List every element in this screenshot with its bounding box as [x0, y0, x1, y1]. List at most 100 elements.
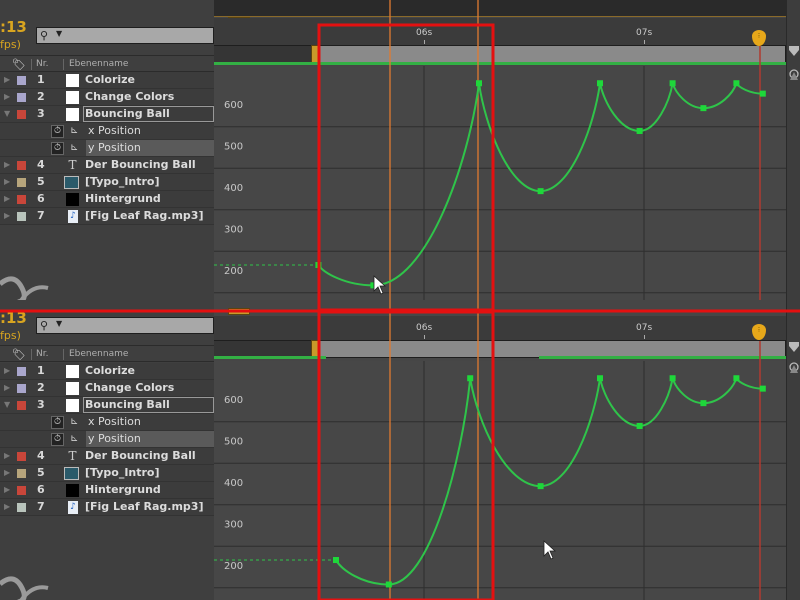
twirl-right-icon[interactable]: ▶: [4, 502, 10, 511]
stopwatch-icon[interactable]: ⏱: [51, 142, 64, 155]
layer-row[interactable]: ▶ 6 Hintergrund: [0, 191, 214, 208]
keyframe[interactable]: [733, 80, 740, 87]
column-layer-name[interactable]: Ebenenname: [69, 349, 128, 359]
layer-name[interactable]: [Fig Leaf Rag.mp3]: [85, 209, 204, 222]
layer-duration-bar[interactable]: [214, 62, 786, 65]
label-color-swatch[interactable]: [17, 161, 26, 170]
timeline-area[interactable]: 06s 07s 600 500 400 300 200 ⁝: [214, 0, 786, 300]
layer-name[interactable]: Hintergrund: [85, 483, 161, 496]
twirl-right-icon[interactable]: ▶: [4, 211, 10, 220]
work-area-bar[interactable]: [318, 45, 786, 63]
tag-icon[interactable]: 🏷: [12, 348, 26, 361]
layer-name[interactable]: Bouncing Ball: [83, 397, 214, 413]
layer-row[interactable]: ▶ 1 Colorize: [0, 363, 214, 380]
layer-name[interactable]: Change Colors: [85, 381, 174, 394]
layer-row[interactable]: ▶ 4 T Der Bouncing Ball: [0, 157, 214, 174]
keyframe[interactable]: [700, 400, 707, 407]
twirl-right-icon[interactable]: ▶: [4, 177, 10, 186]
keyframe[interactable]: [597, 375, 603, 382]
layer-duration-bar[interactable]: [539, 356, 786, 359]
chevron-down-icon[interactable]: ▼: [56, 29, 62, 38]
property-name[interactable]: x Position: [88, 124, 141, 137]
graph-editor-set-icon[interactable]: ⊾: [70, 433, 78, 444]
label-color-swatch[interactable]: [17, 178, 26, 187]
time-ruler[interactable]: 06s 07s: [214, 316, 786, 343]
property-name[interactable]: x Position: [88, 415, 141, 428]
keyframe[interactable]: [733, 375, 740, 382]
keyframe[interactable]: [636, 127, 643, 134]
layer-name[interactable]: [Typo_Intro]: [85, 466, 160, 479]
keyframe[interactable]: [669, 80, 676, 87]
twirl-right-icon[interactable]: ▶: [4, 194, 10, 203]
layer-name[interactable]: Change Colors: [85, 90, 174, 103]
graph-editor-set-icon[interactable]: ⊾: [70, 142, 78, 153]
twirl-right-icon[interactable]: ▶: [4, 366, 10, 375]
keyframe[interactable]: [759, 90, 766, 97]
work-area-marker[interactable]: [228, 308, 250, 315]
property-row[interactable]: ⏱ ⊾ x Position: [0, 414, 214, 431]
layer-row[interactable]: ▶ 2 Change Colors: [0, 380, 214, 397]
layer-name[interactable]: [Typo_Intro]: [85, 175, 160, 188]
column-nr[interactable]: Nr.: [36, 349, 48, 359]
keyframe[interactable]: [700, 105, 707, 112]
layer-row[interactable]: ▶ 1 Colorize: [0, 72, 214, 89]
label-color-swatch[interactable]: [17, 486, 26, 495]
tag-icon[interactable]: 🏷: [12, 58, 26, 71]
layer-name[interactable]: Der Bouncing Ball: [85, 449, 196, 462]
twirl-right-icon[interactable]: ▶: [4, 92, 10, 101]
dropdown-icon[interactable]: [789, 342, 799, 352]
graph-svg[interactable]: 600 500 400 300 200: [214, 300, 786, 600]
current-timecode[interactable]: :13: [0, 18, 27, 36]
label-color-swatch[interactable]: [17, 93, 26, 102]
twirl-right-icon[interactable]: ▶: [4, 160, 10, 169]
keyframe[interactable]: [669, 375, 676, 382]
keyframe[interactable]: [476, 80, 482, 87]
keyframe[interactable]: [315, 262, 322, 269]
label-color-swatch[interactable]: [17, 76, 26, 85]
property-name[interactable]: y Position: [86, 140, 214, 156]
keyframe[interactable]: [333, 557, 339, 564]
graph-svg[interactable]: 600 500 400 300 200: [214, 0, 786, 300]
layer-row[interactable]: ▶ 5 [Typo_Intro]: [0, 174, 214, 191]
layer-name[interactable]: Der Bouncing Ball: [85, 158, 196, 171]
twirl-right-icon[interactable]: ▶: [4, 485, 10, 494]
label-color-swatch[interactable]: [17, 384, 26, 393]
property-row[interactable]: ⏱ ⊾ y Position: [0, 140, 214, 157]
property-row[interactable]: ⏱ ⊾ x Position: [0, 123, 214, 140]
layer-row[interactable]: ▶ 7 ♪ [Fig Leaf Rag.mp3]: [0, 499, 214, 516]
property-name[interactable]: y Position: [86, 431, 214, 447]
layer-row[interactable]: ▶ 4 T Der Bouncing Ball: [0, 448, 214, 465]
search-input[interactable]: ⚲ ▼: [36, 317, 214, 334]
time-ruler[interactable]: 06s 07s: [214, 18, 786, 45]
layer-row[interactable]: ▶ 5 [Typo_Intro]: [0, 465, 214, 482]
keyframe[interactable]: [759, 385, 766, 392]
current-timecode[interactable]: :13: [0, 309, 27, 327]
layer-row[interactable]: ▼ 3 Bouncing Ball: [0, 106, 214, 123]
label-color-swatch[interactable]: [17, 367, 26, 376]
layer-name[interactable]: Colorize: [85, 73, 135, 86]
work-area-start-handle[interactable]: [311, 45, 319, 63]
label-color-swatch[interactable]: [17, 195, 26, 204]
keyframe[interactable]: [537, 188, 544, 195]
property-row[interactable]: ⏱ ⊾ y Position: [0, 431, 214, 448]
keyframe[interactable]: [636, 422, 643, 429]
layer-name[interactable]: Hintergrund: [85, 192, 161, 205]
graph-editor-set-icon[interactable]: ⊾: [70, 125, 78, 136]
twirl-right-icon[interactable]: ▶: [4, 75, 10, 84]
timeline-area[interactable]: 06s 07s 600 500 400 300 200 ⁝: [214, 300, 786, 600]
twirl-right-icon[interactable]: ▶: [4, 451, 10, 460]
label-color-swatch[interactable]: [17, 503, 26, 512]
layer-name[interactable]: Colorize: [85, 364, 135, 377]
stopwatch-icon[interactable]: ⏱: [51, 416, 64, 429]
twirl-right-icon[interactable]: ▶: [4, 468, 10, 477]
column-layer-name[interactable]: Ebenenname: [69, 59, 128, 69]
stopwatch-icon[interactable]: ⏱: [51, 125, 64, 138]
twirl-down-icon[interactable]: ▼: [4, 400, 10, 409]
label-color-swatch[interactable]: [17, 110, 26, 119]
keyframe[interactable]: [385, 581, 392, 588]
chevron-down-icon[interactable]: ▼: [56, 319, 62, 328]
label-color-swatch[interactable]: [17, 401, 26, 410]
keyframe[interactable]: [467, 375, 474, 382]
label-color-swatch[interactable]: [17, 452, 26, 461]
label-color-swatch[interactable]: [17, 212, 26, 221]
